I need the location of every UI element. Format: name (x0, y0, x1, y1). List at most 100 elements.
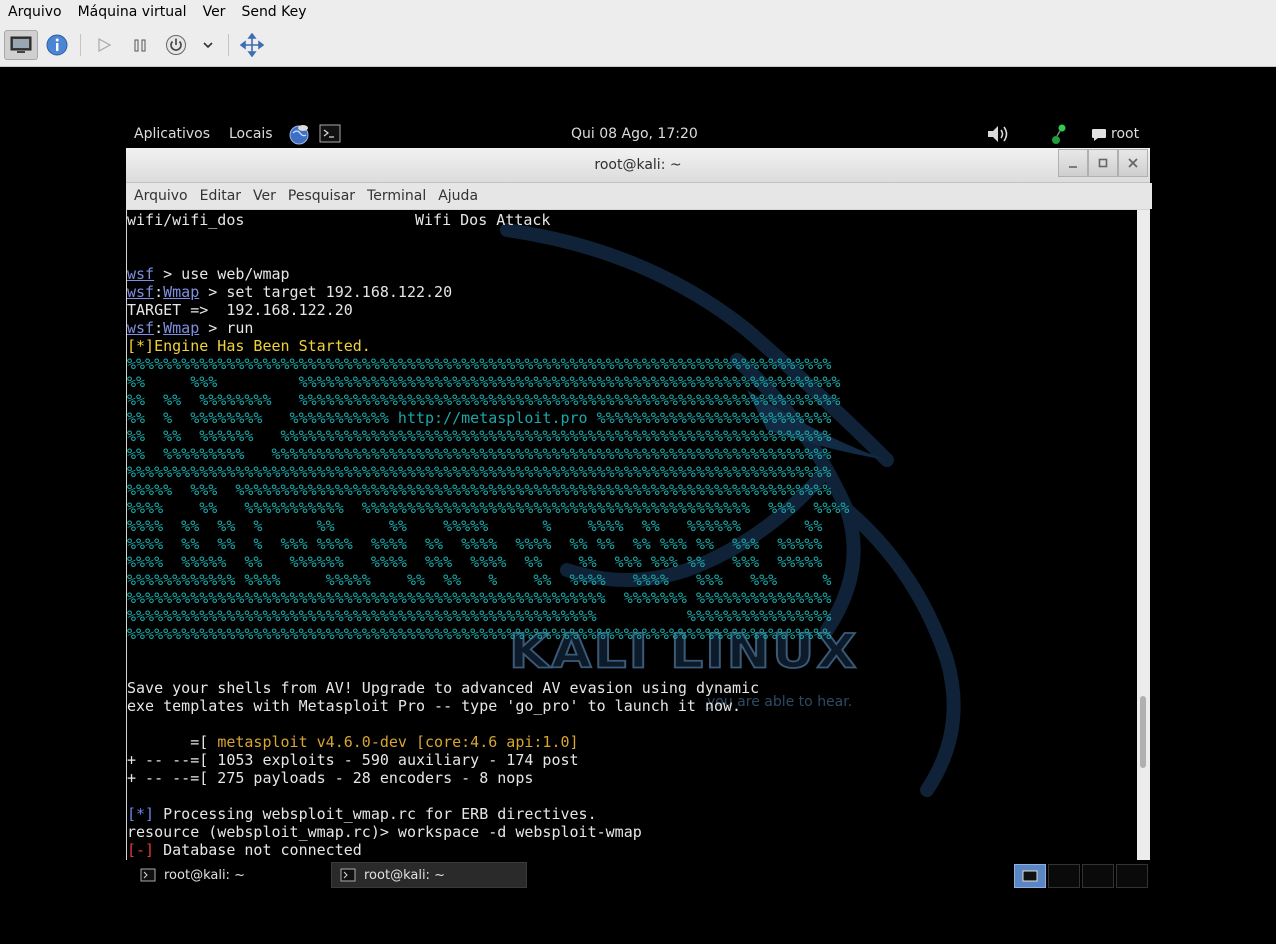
run-button[interactable] (92, 30, 116, 60)
terminal-line: Save your shells from AV! Upgrade to adv… (127, 679, 760, 697)
taskbar-item[interactable]: root@kali: ~ (140, 862, 330, 888)
gnome-bottom-panel: root@kali: ~ root@kali: ~ (126, 860, 1150, 890)
prompt-separator: : (154, 319, 164, 337)
prompt-wsf: wsf (127, 283, 155, 301)
host-menu-send-key[interactable]: Send Key (233, 0, 314, 24)
fullscreen-icon (240, 33, 264, 57)
host-menu-maquina-virtual[interactable]: Máquina virtual (70, 0, 195, 24)
globe-icon (289, 125, 309, 145)
menu-ver[interactable]: Ver (247, 183, 282, 209)
clock[interactable]: Qui 08 Ago, 17:20 (571, 126, 698, 142)
chat-status[interactable] (1091, 127, 1107, 146)
terminal-icon (340, 868, 356, 882)
shutdown-button[interactable] (162, 30, 190, 60)
terminal-icon (319, 124, 341, 143)
workspace-4[interactable] (1116, 864, 1148, 888)
menu-arquivo[interactable]: Arquivo (128, 183, 194, 209)
banner-line: %%%%%%%%%%%%%%%%%%%%%%%%%%%%%%%%%%%%%%%%… (127, 607, 832, 625)
toolbar-separator (228, 34, 229, 56)
prompt-separator: : (154, 283, 164, 301)
places-menu[interactable]: Locais (229, 126, 273, 142)
terminal-line: [*] Processing websploit_wmap.rc for ERB… (127, 805, 597, 823)
console-view-button[interactable] (4, 30, 38, 60)
command-text: > run (199, 319, 254, 337)
toolbar-separator (80, 34, 81, 56)
menu-terminal[interactable]: Terminal (361, 183, 432, 209)
menu-editar[interactable]: Editar (194, 183, 247, 209)
module-path: wifi/wifi_dos (127, 211, 245, 229)
banner-line: %%%%%%%%%%%%%%%%%%%%%%%%%%%%%%%%%%%%%%%%… (127, 625, 832, 643)
monitor-icon (10, 36, 32, 53)
volume-control[interactable] (986, 124, 1012, 148)
module-description: Wifi Dos Attack (415, 211, 551, 229)
workspace-2[interactable] (1048, 864, 1080, 888)
terminal-line: [-] Database not connected (127, 841, 362, 859)
browser-launcher[interactable] (288, 123, 310, 149)
workspace-1[interactable] (1014, 864, 1046, 888)
banner-line: %%%% %% %%%%%%%%%%% %%%%%%%%%%%%%%%%%%%%… (127, 499, 850, 517)
network-icon (1052, 124, 1066, 144)
terminal-output[interactable]: KALI LINUX you are able to hear. wifi/wi… (127, 210, 1137, 860)
terminal-scrollbar[interactable] (1137, 210, 1150, 860)
terminal-icon (1022, 870, 1038, 882)
terminal-titlebar[interactable]: root@kali: ~ (126, 148, 1150, 183)
version-line: =[ metasploit v4.6.0-dev [core:4.6 api:1… (127, 733, 579, 751)
terminal-line: + -- --=[ 275 payloads - 28 encoders - 8… (127, 769, 534, 787)
terminal-line: wifi/wifi_dos (127, 211, 244, 229)
taskbar-item-label: root@kali: ~ (364, 867, 445, 883)
banner-line: %% %% %%%%%%%% %%%%%%%%%%%%%%%%%%%%%%%%%… (127, 391, 841, 409)
user-menu[interactable]: root (1111, 126, 1139, 142)
terminal-icon (140, 868, 156, 882)
metasploit-version: metasploit v4.6.0-dev [core:4.6 api:1.0] (217, 733, 579, 751)
error-tag: [-] (127, 841, 155, 859)
host-menubar: Arquivo Máquina virtual Ver Send Key (0, 0, 1276, 24)
network-indicator[interactable] (1048, 122, 1072, 150)
prompt-wsf: wsf (127, 319, 155, 337)
close-button[interactable] (1118, 149, 1148, 177)
taskbar-item-active[interactable]: root@kali: ~ (331, 862, 527, 888)
banner-line: %%%%%%%%%%%%%%%%%%%%%%%%%%%%%%%%%%%%%%%%… (127, 355, 832, 373)
banner-line: %%%%%%%%%%%% %%%% %%%%% %% %% % %% %%%% … (127, 571, 832, 589)
pause-icon (134, 39, 146, 52)
info-tag: [*] (127, 805, 155, 823)
maximize-icon (1098, 158, 1108, 168)
applications-menu[interactable]: Aplicativos (134, 126, 210, 142)
banner-line: %%%%%%%%%%%%%%%%%%%%%%%%%%%%%%%%%%%%%%%%… (127, 463, 832, 481)
terminal-window: root@kali: ~ Arquivo Editar Ver Pesquisa… (126, 148, 1152, 860)
info-icon (46, 34, 68, 56)
terminal-line: exe templates with Metasploit Pro -- typ… (127, 697, 742, 715)
maximize-button[interactable] (1088, 149, 1118, 177)
menu-ajuda[interactable]: Ajuda (432, 183, 484, 209)
scrollbar-thumb[interactable] (1140, 696, 1146, 768)
minimize-button[interactable] (1058, 149, 1088, 177)
host-menu-arquivo[interactable]: Arquivo (0, 0, 70, 24)
banner-line: %% %% %%%%%% %%%%%%%%%%%%%%%%%%%%%%%%%%%… (127, 427, 832, 445)
terminal-line: TARGET => 192.168.122.20 (127, 301, 353, 319)
command-text: > use web/wmap (154, 265, 290, 283)
banner-line: %%%%%%%%%%%%%%%%%%%%%%%%%%%%%%%%%%%%%%%%… (127, 589, 832, 607)
close-icon (1128, 158, 1138, 168)
chevron-down-icon (203, 42, 213, 49)
power-icon (166, 35, 186, 55)
banner-line: %% % %%%%%%%% %%%%%%%%%%% http://metaspl… (127, 409, 832, 427)
chat-bubble-icon (1092, 129, 1106, 141)
host-toolbar (0, 24, 1276, 67)
banner-line: %%%% %%%%% %% %%%%%% %%%% %%% %%%% %% %%… (127, 553, 823, 571)
fullscreen-button[interactable] (238, 30, 266, 60)
terminal-line: + -- --=[ 1053 exploits - 590 auxiliary … (127, 751, 579, 769)
details-view-button[interactable] (44, 30, 70, 60)
window-title: root@kali: ~ (594, 157, 682, 173)
command-text: > set target 192.168.122.20 (199, 283, 453, 301)
play-icon (98, 37, 112, 53)
shutdown-menu-button[interactable] (198, 30, 218, 60)
pause-button[interactable] (128, 30, 152, 60)
banner-line: %% %%%%%%%%% %%%%%%%%%%%%%%%%%%%%%%%%%%%… (127, 445, 832, 463)
prompt-module: Wmap (163, 319, 200, 337)
workspace-3[interactable] (1082, 864, 1114, 888)
menu-pesquisar[interactable]: Pesquisar (282, 183, 361, 209)
terminal-launcher[interactable] (319, 124, 341, 148)
prompt-module: Wmap (163, 283, 200, 301)
host-menu-ver[interactable]: Ver (195, 0, 234, 24)
terminal-line: resource (websploit_wmap.rc)> workspace … (127, 823, 642, 841)
volume-icon (988, 126, 1008, 142)
